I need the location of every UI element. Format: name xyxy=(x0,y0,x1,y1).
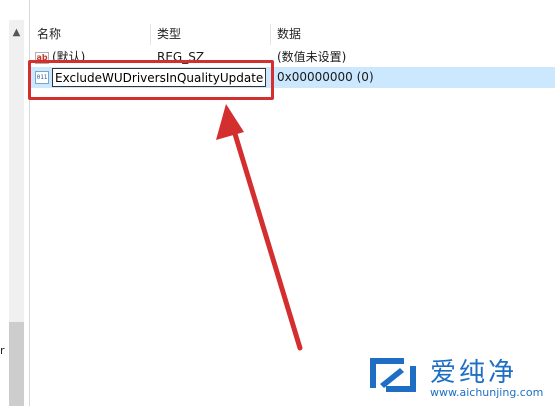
value-list-header: 名称 类型 数据 xyxy=(31,24,555,45)
highlight-annotation-box xyxy=(28,60,274,100)
watermark-logo-icon xyxy=(370,358,416,392)
value-data: 0x00000000 (0) xyxy=(277,70,374,84)
scroll-up-icon[interactable]: ▲ xyxy=(9,24,24,40)
tree-item-partial-label: r xyxy=(0,344,5,357)
watermark-url: www.aichunjing.com xyxy=(430,386,544,399)
column-header-data[interactable]: 数据 xyxy=(271,24,555,45)
column-header-type[interactable]: 类型 xyxy=(151,24,271,45)
value-data: (数值未设置) xyxy=(277,50,347,64)
tree-scrollbar-thumb[interactable] xyxy=(9,322,24,406)
watermark: 爱纯净 www.aichunjing.com xyxy=(364,350,554,402)
column-header-name[interactable]: 名称 xyxy=(31,24,151,45)
watermark-text: 爱纯净 xyxy=(430,358,518,388)
